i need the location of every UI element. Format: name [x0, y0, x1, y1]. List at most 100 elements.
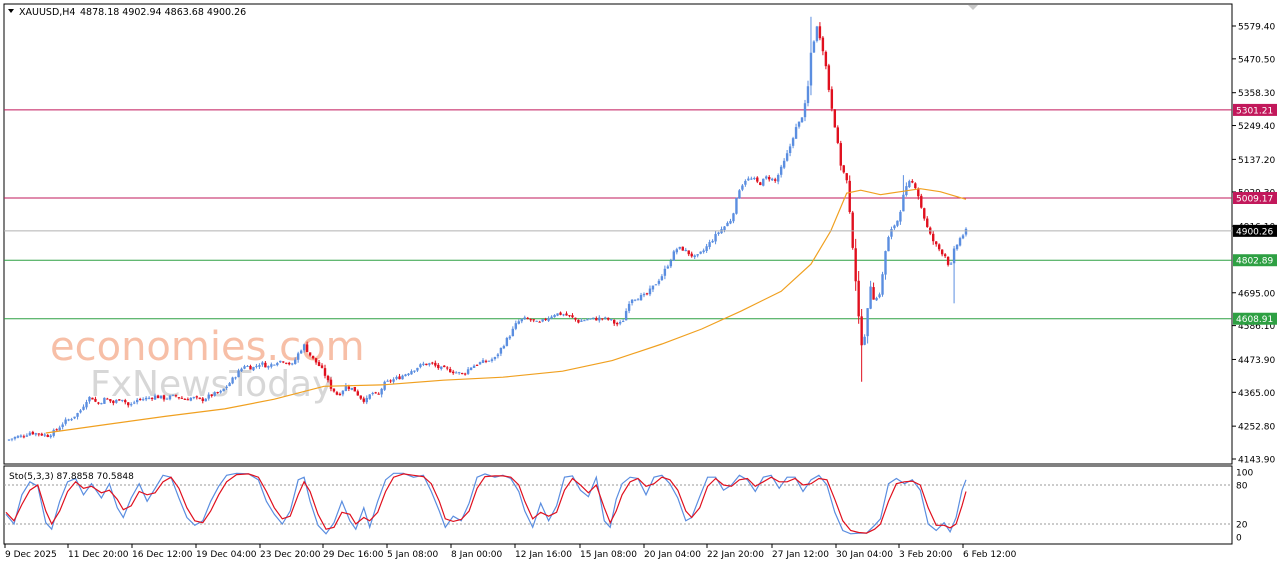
candle-bull [237, 370, 240, 378]
watermark-fxnewstoday: FxNewsToday [90, 364, 333, 405]
candle-bear [201, 398, 204, 401]
candle-bear [452, 371, 455, 374]
candle-bull [276, 363, 279, 366]
candle-bear [329, 379, 333, 389]
candle-bull [586, 319, 589, 321]
candle-bull [147, 397, 151, 399]
candle-bull [234, 377, 237, 379]
candle-bull [19, 435, 23, 437]
candle-bear [320, 365, 324, 368]
candle-bull [499, 347, 503, 354]
ohlc-values: 4878.18 4902.94 4863.68 4900.26 [80, 7, 246, 18]
candle-bear [836, 127, 840, 143]
candle-bull [404, 374, 407, 377]
candle-bear [106, 398, 109, 400]
candle-bear [681, 246, 684, 251]
candle-bear [914, 183, 917, 189]
candle-bear [615, 322, 619, 325]
level-tag-label: 5009.17 [1236, 195, 1273, 205]
candle-bull [141, 399, 145, 401]
candle-bull [797, 121, 801, 127]
candle-bull [70, 419, 73, 421]
candle-bear [612, 319, 616, 324]
candle-bear [347, 386, 351, 389]
candle-bear [22, 436, 26, 438]
candle-bear [398, 376, 401, 380]
time-tick-label: 6 Feb 12:00 [963, 550, 1017, 560]
time-tick-label: 27 Jan 12:00 [772, 550, 829, 560]
candle-bear [198, 397, 201, 399]
candle-bear [338, 393, 342, 396]
candle-bear [97, 402, 100, 404]
candle-bear [124, 400, 127, 403]
candle-bull [144, 397, 148, 400]
time-tick-label: 29 Dec 16:00 [323, 550, 384, 560]
candle-bear [818, 26, 822, 39]
candle-bear [437, 364, 440, 369]
candle-bull [884, 251, 887, 275]
candle-bear [359, 395, 362, 399]
candle-bear [538, 321, 541, 323]
candle-bull [270, 364, 273, 367]
candle-bull [809, 52, 813, 86]
candle-bull [13, 436, 17, 439]
price-tick-label: 4365.00 [1238, 389, 1275, 399]
candle-bull [88, 396, 91, 402]
candle-bear [857, 280, 860, 317]
price-chart[interactable]: economies.com FxNewsToday 4143.904252.80… [0, 0, 1280, 567]
candle-bull [407, 373, 410, 376]
candle-bull [556, 313, 559, 316]
candle-bear [687, 250, 690, 255]
candle-bull [699, 251, 702, 254]
candle-bull [908, 181, 911, 188]
candle-bear [335, 392, 339, 395]
candle-bear [282, 361, 285, 363]
candle-bull [750, 178, 753, 180]
candle-bull [523, 317, 526, 319]
candle-bull [705, 246, 708, 251]
candle-bull [669, 260, 673, 267]
candle-bull [744, 180, 747, 185]
candle-bear [645, 293, 649, 295]
candle-bull [583, 320, 586, 322]
candle-bull [255, 365, 258, 367]
time-tick-label: 20 Jan 04:00 [644, 550, 701, 560]
candle-bear [174, 395, 178, 397]
candle-bull [627, 303, 631, 311]
price-tick-label: 5358.30 [1238, 89, 1275, 99]
candle-bull [416, 367, 419, 371]
candle-bear [529, 319, 532, 321]
candle-bull [714, 234, 717, 242]
candle-bear [911, 181, 914, 183]
candle-bull [296, 353, 300, 360]
candle-bear [920, 195, 923, 208]
candle-bear [332, 388, 336, 392]
candle-bear [138, 398, 142, 400]
candle-bull [952, 248, 956, 264]
level-tag-label: 4608.91 [1236, 315, 1273, 325]
candle-bull [478, 362, 482, 365]
candle-bear [854, 248, 857, 282]
time-tick-label: 8 Jan 00:00 [451, 550, 503, 560]
candle-bull [610, 319, 613, 321]
candle-bull [717, 232, 720, 234]
candle-bull [630, 299, 634, 304]
candle-bull [428, 363, 431, 365]
candle-bull [28, 432, 32, 436]
candle-bull [344, 385, 348, 391]
candle-bull [25, 435, 29, 437]
candle-bull [368, 394, 371, 399]
candle-bull [958, 238, 962, 246]
candle-bull [213, 392, 216, 396]
price-tick-label: 4695.00 [1238, 289, 1275, 299]
candle-bull [207, 394, 210, 399]
candle-bull [535, 320, 538, 322]
candle-bear [759, 182, 762, 186]
price-tick-label: 5470.50 [1238, 55, 1275, 65]
candle-bear [180, 397, 184, 399]
time-tick-label: 11 Dec 20:00 [68, 550, 129, 560]
candle-bull [204, 398, 207, 402]
time-tick-label: 16 Dec 12:00 [132, 550, 193, 560]
candle-bull [159, 395, 163, 399]
candle-bull [592, 317, 595, 319]
